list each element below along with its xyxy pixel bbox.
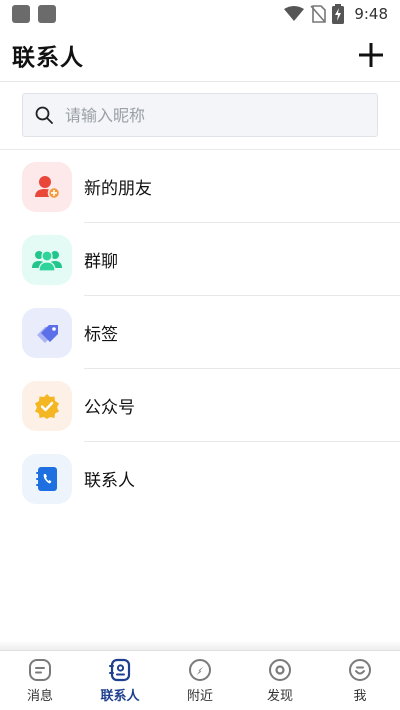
search-input[interactable] (65, 105, 355, 125)
contact-book-icon-tile (22, 453, 72, 504)
tag-icon (37, 324, 58, 343)
new-friend-icon (35, 175, 61, 199)
plus-icon (359, 42, 383, 67)
notification-icon (38, 5, 56, 23)
menu-item-official-accounts[interactable]: 公众号 (0, 369, 400, 442)
notification-icon (12, 5, 30, 23)
contacts-icon (109, 658, 131, 681)
tab-label: 附近 (186, 688, 213, 704)
menu-item-label: 新的朋友 (84, 179, 152, 199)
status-time: 9:48 (354, 5, 388, 23)
tab-nearby[interactable]: 附近 (160, 651, 240, 710)
menu-item-label: 公众号 (84, 398, 135, 418)
wifi-icon (284, 6, 305, 21)
status-bar-right: 9:48 (284, 4, 388, 24)
menu-item-new-friends[interactable]: 新的朋友 (0, 150, 400, 223)
menu-item-contacts[interactable]: 联系人 (0, 442, 400, 515)
official-account-icon-tile (22, 380, 72, 431)
tab-label: 联系人 (100, 688, 140, 704)
tag-icon-tile (22, 307, 72, 358)
status-bar-left (12, 5, 56, 23)
search-icon (35, 106, 53, 124)
contacts-menu-list: 新的朋友 群聊 标签 公众号 联系人 (0, 150, 400, 515)
group-chat-icon-tile (22, 234, 72, 285)
status-bar: 9:48 (0, 0, 400, 28)
battery-charging-icon (332, 4, 345, 24)
search-box[interactable] (22, 93, 378, 137)
tab-label: 我 (353, 688, 367, 704)
menu-item-tags[interactable]: 标签 (0, 296, 400, 369)
menu-item-label: 群聊 (84, 252, 118, 272)
nearby-compass-icon (189, 658, 211, 681)
tab-label: 消息 (26, 688, 53, 704)
discover-icon (269, 658, 291, 681)
group-chat-icon (32, 249, 62, 272)
search-section (0, 82, 400, 150)
tab-label: 发现 (266, 688, 293, 704)
tab-messages[interactable]: 消息 (0, 651, 80, 710)
menu-item-group-chat[interactable]: 群聊 (0, 223, 400, 296)
message-icon (29, 658, 51, 681)
tab-discover[interactable]: 发现 (240, 651, 320, 710)
tab-me[interactable]: 我 (320, 651, 400, 710)
header: 联系人 (0, 28, 400, 82)
tab-contacts[interactable]: 联系人 (80, 651, 160, 710)
contact-book-icon (36, 466, 57, 491)
menu-item-label: 联系人 (84, 471, 135, 491)
bottom-tab-bar: 消息 联系人 附近 发现 我 (0, 650, 400, 710)
menu-item-label: 标签 (84, 325, 118, 345)
new-friend-icon-tile (22, 161, 72, 212)
me-icon (349, 658, 371, 681)
no-sim-icon (310, 5, 327, 23)
official-account-icon (35, 393, 59, 419)
page-title: 联系人 (12, 44, 84, 71)
add-contact-button[interactable] (355, 39, 387, 71)
